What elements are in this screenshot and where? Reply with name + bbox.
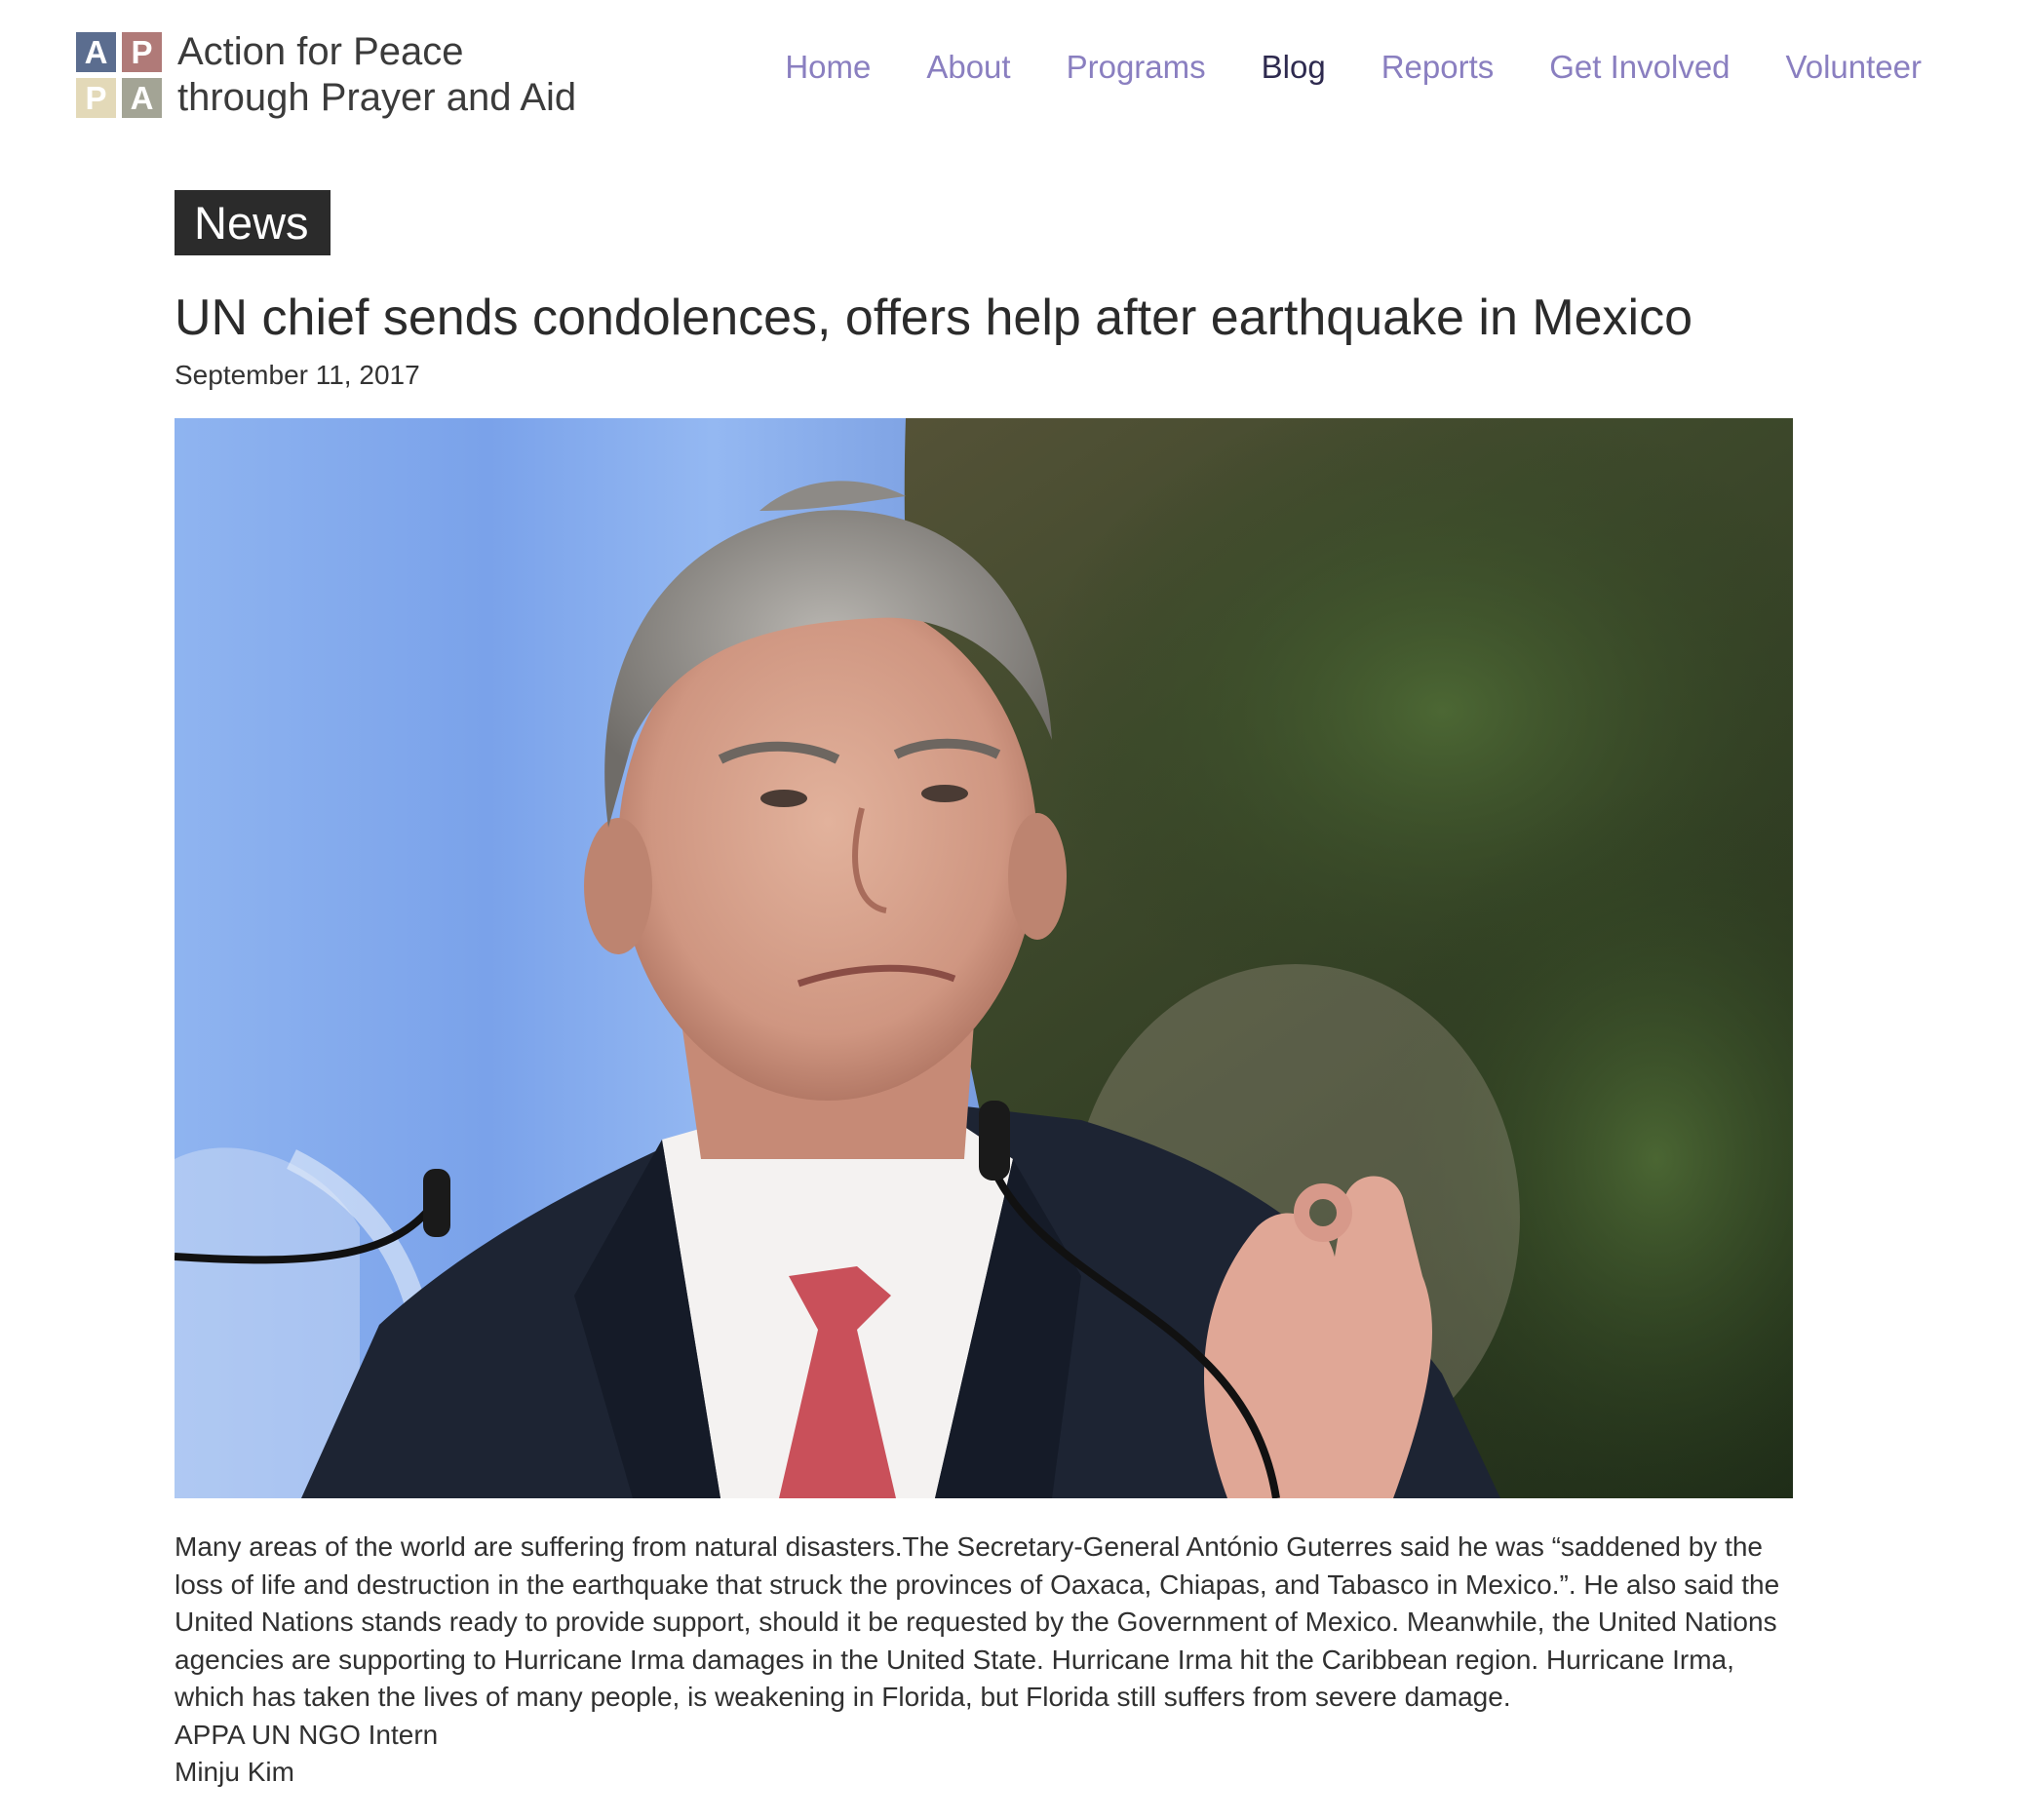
logo-mark: A P P A (76, 32, 162, 118)
site-name: Action for Peace through Prayer and Aid (177, 29, 576, 121)
article-paragraph: Many areas of the world are suffering fr… (175, 1531, 1780, 1712)
author-name: Minju Kim (175, 1757, 294, 1787)
article-header: News UN chief sends condolences, offers … (175, 190, 1793, 391)
nav-home[interactable]: Home (785, 49, 871, 86)
site-header: A P P A Action for Peace through Prayer … (0, 0, 2023, 146)
site-name-line2: through Prayer and Aid (177, 76, 577, 119)
author-role: APPA UN NGO Intern (175, 1719, 439, 1750)
nav-get-involved[interactable]: Get Involved (1549, 49, 1730, 86)
logo-tile-a-lower: A (122, 78, 162, 118)
logo-tile-a: A (76, 32, 116, 72)
article-body: Many areas of the world are suffering fr… (175, 1529, 1808, 1792)
site-name-line1: Action for Peace (177, 30, 464, 73)
logo-tile-p-lower: P (76, 78, 116, 118)
site-logo-link[interactable]: A P P A Action for Peace through Prayer … (76, 29, 576, 121)
category-badge[interactable]: News (175, 190, 331, 255)
nav-programs[interactable]: Programs (1067, 49, 1206, 86)
main-nav: Home About Programs Blog Reports Get Inv… (729, 49, 1922, 86)
logo-tile-p: P (122, 32, 162, 72)
article-title: UN chief sends condolences, offers help … (175, 290, 1693, 346)
photo-illustration (175, 418, 1793, 1498)
nav-about[interactable]: About (926, 49, 1010, 86)
article-date: September 11, 2017 (175, 360, 420, 390)
nav-reports[interactable]: Reports (1381, 49, 1495, 86)
article-photo (175, 418, 1793, 1498)
nav-volunteer[interactable]: Volunteer (1786, 49, 1922, 86)
nav-blog[interactable]: Blog (1262, 49, 1326, 86)
